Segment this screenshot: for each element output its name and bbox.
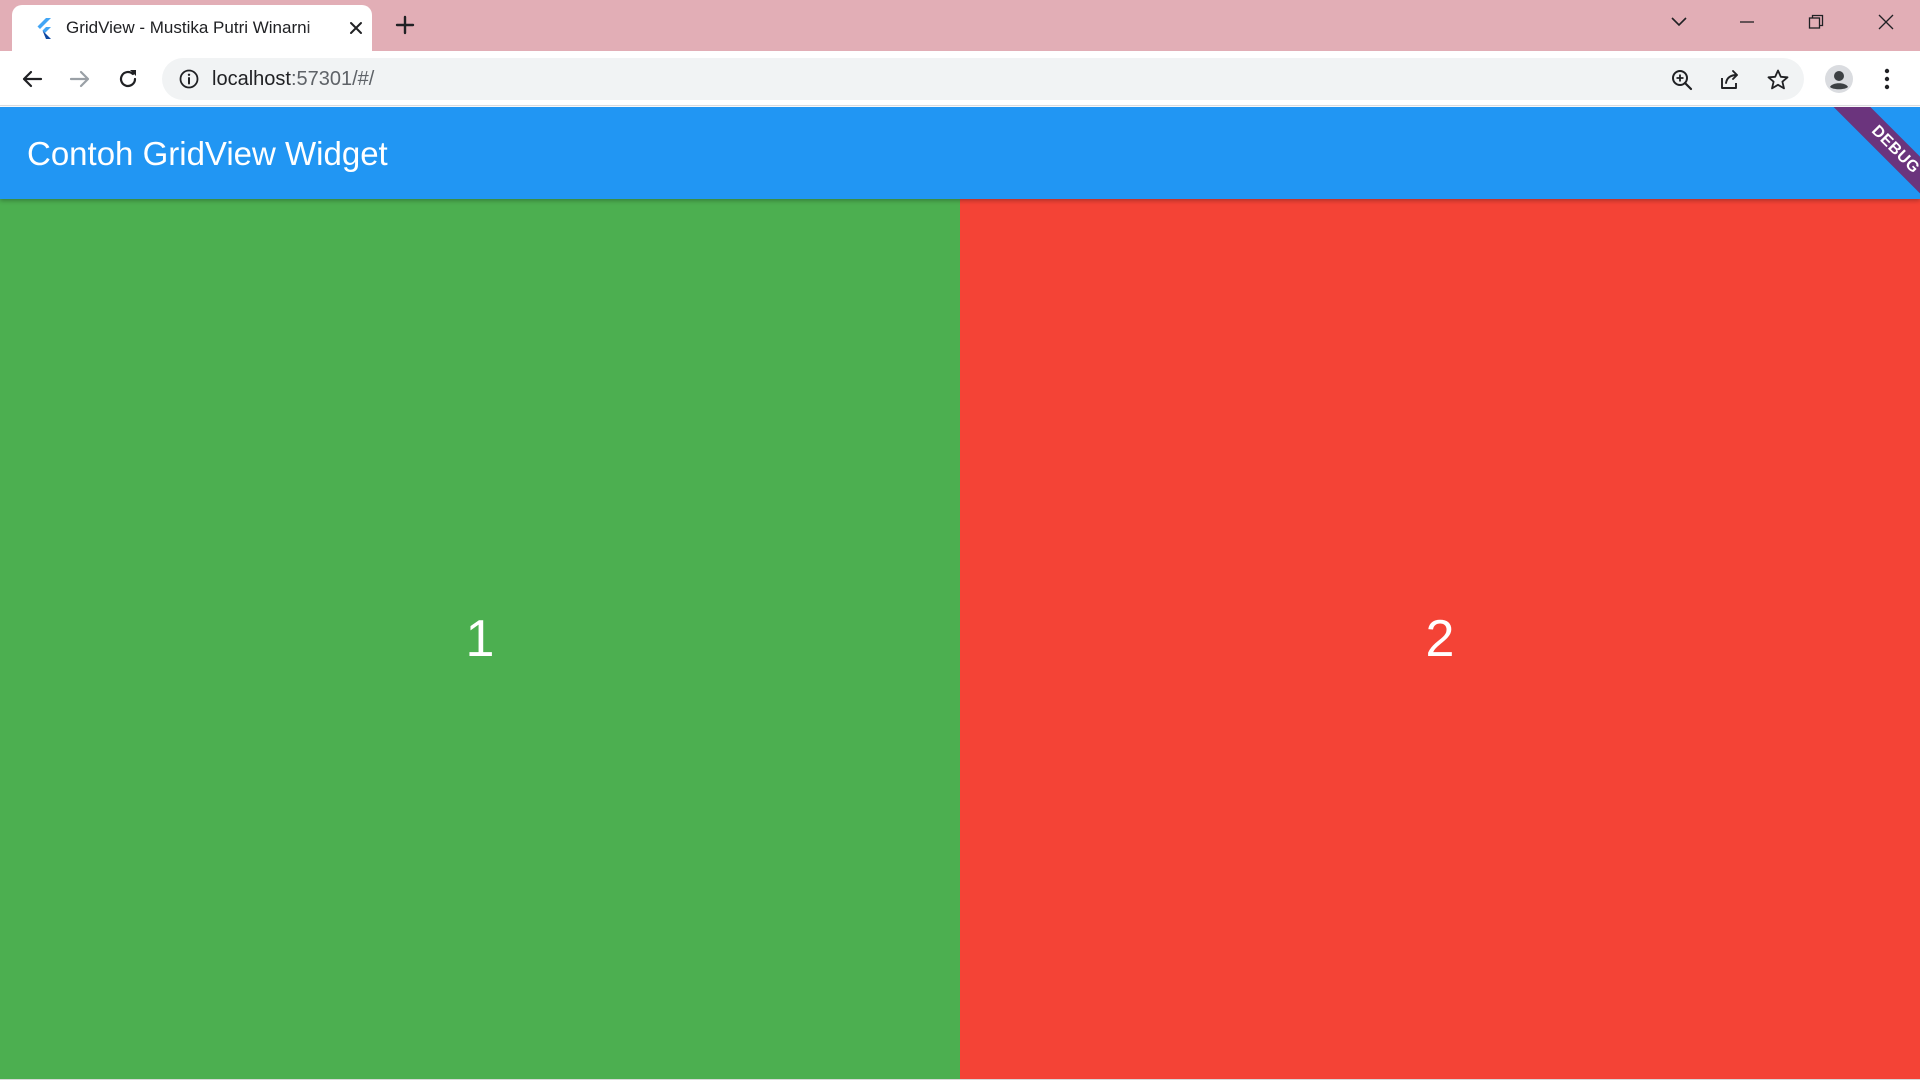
url-host: localhost xyxy=(212,68,291,90)
url-path: :57301/#/ xyxy=(290,68,375,90)
close-tab-icon[interactable] xyxy=(345,17,367,39)
flutter-icon xyxy=(32,16,56,40)
address-bar[interactable]: localhost:57301/#/ xyxy=(162,58,1804,100)
grid-item-2[interactable]: 2 xyxy=(960,199,1920,1079)
address-url[interactable]: localhost:57301/#/ xyxy=(212,68,374,90)
browser-title-bar: GridView - Mustika Putri Winarni xyxy=(0,0,1920,51)
browser-window: GridView - Mustika Putri Winarni localho… xyxy=(0,0,1920,1080)
profile-avatar-icon[interactable] xyxy=(1822,62,1856,96)
grid-view: 1 2 xyxy=(0,199,1920,1079)
share-icon[interactable] xyxy=(1715,65,1745,95)
bookmark-star-icon[interactable] xyxy=(1763,65,1793,95)
new-tab-icon[interactable] xyxy=(390,10,420,40)
browser-toolbar: localhost:57301/#/ xyxy=(0,51,1920,106)
reload-icon[interactable] xyxy=(110,61,146,97)
tab-title: GridView - Mustika Putri Winarni xyxy=(66,18,311,37)
back-arrow-icon[interactable] xyxy=(14,61,50,97)
tab-search-icon[interactable] xyxy=(1645,0,1713,44)
kebab-menu-icon[interactable] xyxy=(1872,62,1902,96)
minimize-icon[interactable] xyxy=(1713,0,1781,44)
restore-icon[interactable] xyxy=(1782,0,1850,44)
site-info-icon[interactable] xyxy=(178,68,200,90)
forward-arrow-icon[interactable] xyxy=(62,61,98,97)
app-bar-title: Contoh GridView Widget xyxy=(27,135,388,172)
browser-tab[interactable]: GridView - Mustika Putri Winarni xyxy=(12,5,372,51)
grid-item-label: 2 xyxy=(1425,610,1455,668)
grid-item-1[interactable]: 1 xyxy=(0,199,960,1079)
zoom-icon[interactable] xyxy=(1667,65,1697,95)
app-bar: Contoh GridView Widget xyxy=(0,107,1920,199)
grid-item-label: 1 xyxy=(465,610,495,668)
close-window-icon[interactable] xyxy=(1852,0,1920,44)
